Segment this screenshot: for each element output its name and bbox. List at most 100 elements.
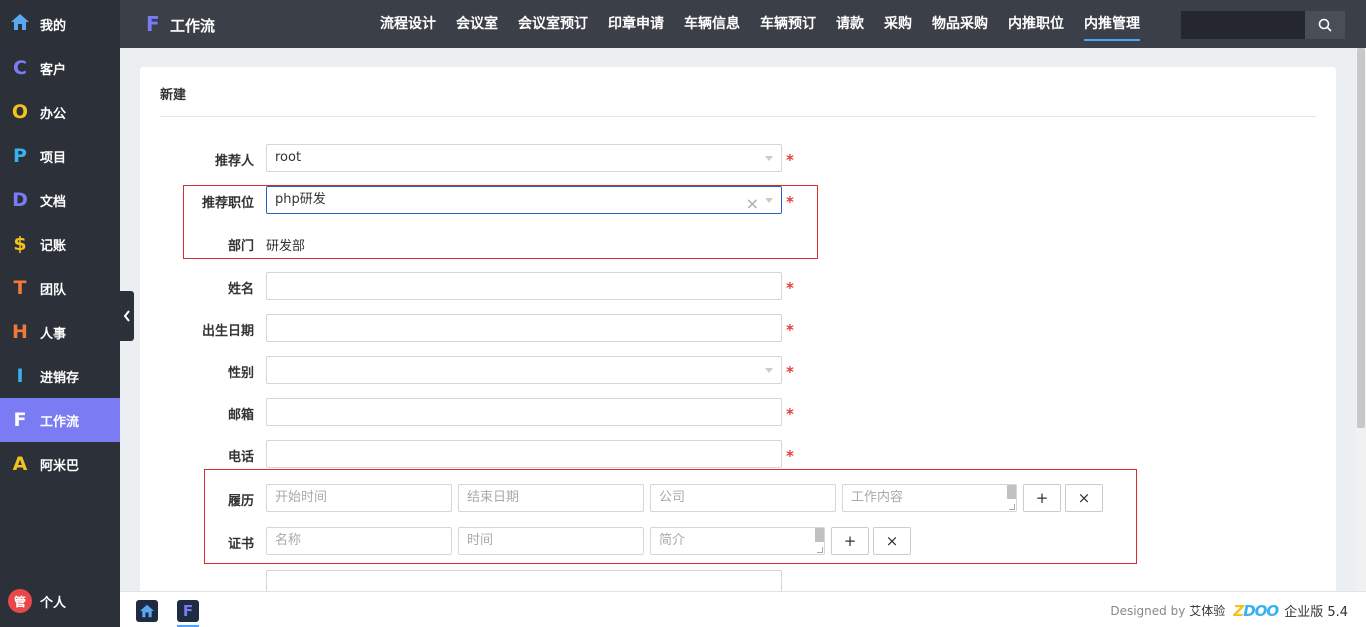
certificate-intro-textarea[interactable]: 简介 [650,527,825,555]
caret-down-icon [765,156,773,161]
department-value: 研发部 [266,239,306,254]
sidebar-item-inventory[interactable]: I 进销存 [0,354,120,398]
sidebar-item-amoeba[interactable]: A 阿米巴 [0,442,120,486]
hr-letter-icon: H [12,321,28,343]
tab-referral-management[interactable]: 内推管理 [1074,0,1150,48]
position-label: 推荐职位 [201,196,254,211]
resize-handle-icon[interactable] [817,547,823,553]
page-scrollbar-thumb[interactable] [1357,48,1365,428]
caret-down-icon [765,198,773,203]
tab-meeting-room[interactable]: 会议室 [446,0,508,48]
tab-vehicle-info[interactable]: 车辆信息 [674,0,750,48]
page-title: 新建 [160,88,187,103]
caret-down-icon [765,368,773,373]
sidebar-item-label: 人事 [40,326,67,342]
textarea-scroll-thumb[interactable] [1007,485,1016,499]
team-letter-icon: T [13,277,27,299]
sidebar-item-label: 项目 [40,150,67,166]
certificate-time-input[interactable]: 时间 [458,527,644,555]
name-label: 姓名 [227,282,254,297]
name-field[interactable] [266,272,782,300]
footer-workflow-button[interactable]: F [177,600,199,622]
sidebar: 我的 C 客户 O 办公 P 项目 D 文档 $ 记账 T 团队 H 人事 I … [0,0,120,627]
referrer-label: 推荐人 [214,154,254,169]
required-mark: * [786,279,794,297]
resume-end-input[interactable]: 结束日期 [458,484,644,512]
birthday-label: 出生日期 [201,324,254,339]
sidebar-item-label: 工作流 [40,414,80,430]
chevron-left-icon [123,310,130,322]
project-letter-icon: P [13,145,27,167]
workflow-letter-icon: F [13,409,27,431]
sidebar-item-hr[interactable]: H 人事 [0,310,120,354]
certificate-intro-placeholder: 简介 [659,533,686,548]
user-menu[interactable]: 管 个人 [0,585,120,617]
tab-referral-positions[interactable]: 内推职位 [998,0,1074,48]
phone-label: 电话 [227,450,254,465]
sidebar-item-accounting[interactable]: $ 记账 [0,222,120,266]
add-resume-button[interactable]: + [1023,484,1061,512]
designed-by-text: Designed by [1110,603,1186,618]
docs-letter-icon: D [12,189,28,211]
position-value: php研发 [275,192,326,207]
sidebar-item-docs[interactable]: D 文档 [0,178,120,222]
remove-resume-button[interactable]: × [1065,484,1103,512]
brand-link[interactable]: 艾体验 [1189,602,1225,619]
department-label: 部门 [227,239,254,254]
email-field[interactable] [266,398,782,426]
resume-content-textarea[interactable]: 工作内容 [842,484,1017,512]
required-mark: * [786,447,794,465]
sidebar-item-office[interactable]: O 办公 [0,90,120,134]
tab-meeting-booking[interactable]: 会议室预订 [508,0,598,48]
required-mark: * [786,405,794,423]
tab-purchase[interactable]: 采购 [874,0,922,48]
resume-content-placeholder: 工作内容 [851,490,904,505]
sidebar-collapse-button[interactable] [120,291,134,341]
search-icon [1318,18,1332,32]
tab-goods-purchase[interactable]: 物品采购 [922,0,998,48]
crm-letter-icon: C [13,57,27,79]
phone-field[interactable] [266,440,782,468]
add-certificate-button[interactable]: + [831,527,869,555]
required-mark: * [786,321,794,339]
form-panel: 新建 推荐人 root * 推荐职位 php研发 × * 部门 研发部 姓名 *… [140,67,1336,597]
footer: F Designed by 艾体验 ZDOO 企业版 5.4 [120,591,1366,627]
sidebar-item-label: 记账 [40,238,67,254]
sidebar-item-workflow[interactable]: F 工作流 [0,398,120,442]
workflow-app-icon: F [182,602,194,620]
workflow-app-icon: F [146,12,160,36]
sidebar-item-crm[interactable]: C 客户 [0,46,120,90]
inventory-letter-icon: I [16,365,24,387]
required-mark: * [786,193,794,211]
birthday-field[interactable] [266,314,782,342]
required-mark: * [786,363,794,381]
resize-handle-icon[interactable] [1009,504,1015,510]
required-mark: * [786,151,794,169]
search-button[interactable] [1305,11,1345,39]
sidebar-item-label: 我的 [40,18,67,34]
sidebar-item-my[interactable]: 我的 [0,2,120,46]
resume-start-input[interactable]: 开始时间 [266,484,452,512]
resume-company-input[interactable]: 公司 [650,484,836,512]
tab-process-design[interactable]: 流程设计 [370,0,446,48]
gender-select[interactable] [266,356,782,384]
tab-seal-request[interactable]: 印章申请 [598,0,674,48]
certificate-name-input[interactable]: 名称 [266,527,452,555]
footer-home-button[interactable] [136,600,158,622]
top-nav: 流程设计 会议室 会议室预订 印章申请 车辆信息 车辆预订 请款 采购 物品采购… [370,0,1150,48]
referrer-select[interactable]: root [266,144,782,172]
sidebar-item-project[interactable]: P 项目 [0,134,120,178]
footer-credits: Designed by 艾体验 ZDOO 企业版 5.4 [1110,601,1348,621]
edition-text: 企业版 5.4 [1284,605,1348,620]
office-letter-icon: O [11,101,29,123]
textarea-scroll-thumb[interactable] [815,528,824,542]
page-scrollbar[interactable] [1356,48,1366,591]
tab-vehicle-booking[interactable]: 车辆预订 [750,0,826,48]
position-select[interactable]: php研发 × [266,186,782,214]
search-input[interactable] [1181,11,1305,39]
remove-certificate-button[interactable]: × [873,527,911,555]
tab-payment-request[interactable]: 请款 [826,0,874,48]
clear-icon[interactable]: × [746,191,759,217]
sidebar-item-team[interactable]: T 团队 [0,266,120,310]
sidebar-item-label: 办公 [40,106,67,122]
